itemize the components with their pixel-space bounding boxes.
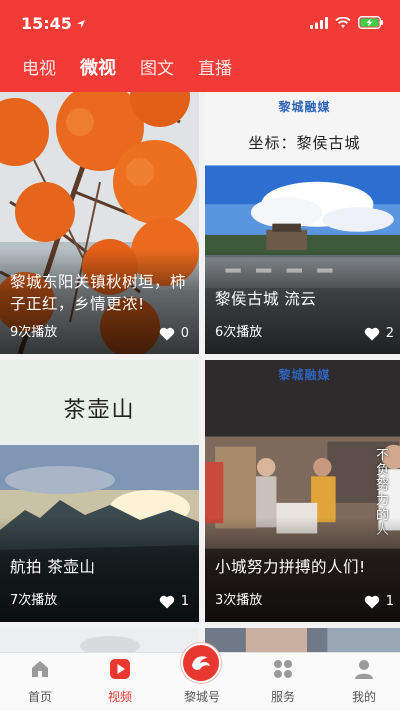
video-card[interactable] — [205, 628, 400, 652]
video-play-icon — [110, 659, 130, 679]
like-button[interactable]: 0 — [159, 326, 189, 341]
wifi-icon — [335, 16, 351, 28]
video-grid: 黎城东阳关镇秋树垣，柿子正红，乡情更浓! 9次播放 0 黎城融媒 坐标：黎侯古城… — [0, 92, 400, 652]
video-card[interactable] — [0, 628, 199, 652]
nav-item-services[interactable]: 服务 — [248, 653, 318, 711]
like-count: 1 — [385, 594, 394, 609]
location-arrow-icon — [76, 19, 85, 28]
video-card[interactable]: 黎城东阳关镇秋树垣，柿子正红，乡情更浓! 9次播放 0 — [0, 92, 199, 354]
video-title: 黎侯古城 流云 — [215, 290, 317, 308]
banner-text: 坐标：黎侯古城 — [248, 134, 361, 152]
like-count: 1 — [180, 594, 189, 609]
nav-label: 视频 — [107, 690, 132, 704]
status-bar: 15:45 — [0, 0, 400, 46]
tab-micro-video[interactable]: 微视 — [80, 58, 116, 80]
content-tabs: 电视 微视 图文 直播 — [22, 58, 232, 80]
heart-icon — [159, 327, 174, 340]
tab-live[interactable]: 直播 — [198, 58, 232, 80]
center-action-button[interactable] — [181, 643, 221, 683]
video-card[interactable]: 黎城融媒 不负努力的人 小城努力拼搏的人们! 3次播放 1 — [205, 360, 400, 622]
nav-label: 我的 — [351, 690, 376, 704]
status-time: 15:45 — [21, 14, 72, 33]
nav-label: 服务 — [270, 690, 295, 704]
video-card[interactable]: 茶壶山 航拍 茶壶山 7次播放 1 — [0, 360, 199, 622]
video-title: 黎城东阳关镇秋树垣，柿子正红，乡情更浓! — [10, 273, 187, 313]
heart-icon — [364, 595, 379, 608]
nav-item-licheng-hao[interactable]: 黎城号 — [167, 643, 237, 711]
video-title: 航拍 茶壶山 — [10, 558, 96, 576]
nav-label: 首页 — [27, 690, 52, 704]
video-card[interactable]: 黎城融媒 坐标：黎侯古城 黎侯古城 流云 6次播放 2 — [205, 92, 400, 354]
user-profile-icon — [355, 660, 373, 679]
video-thumbnail-partial — [205, 628, 400, 652]
like-button[interactable]: 2 — [364, 326, 394, 341]
nav-item-home[interactable]: 首页 — [5, 653, 75, 711]
banner-text: 茶壶山 — [63, 398, 136, 423]
play-count: 3次播放 — [215, 593, 263, 608]
play-count: 6次播放 — [215, 325, 263, 340]
battery-charging-icon — [358, 16, 383, 29]
play-count: 9次播放 — [10, 325, 58, 340]
tab-tv[interactable]: 电视 — [22, 58, 56, 80]
home-icon — [32, 661, 48, 677]
play-count: 7次播放 — [10, 593, 58, 608]
media-brand-logo: 黎城融媒 — [278, 100, 331, 114]
heart-icon — [159, 595, 174, 608]
cellular-signal-icon — [310, 16, 328, 29]
nav-item-video[interactable]: 视频 — [85, 653, 155, 711]
like-button[interactable]: 1 — [159, 594, 189, 609]
video-thumbnail-partial — [0, 628, 199, 652]
like-count: 2 — [385, 326, 394, 341]
media-brand-logo: 黎城融媒 — [278, 368, 331, 382]
app-header: 15:45 电视 微视 图文 直播 — [0, 0, 400, 92]
heart-icon — [364, 327, 379, 340]
tab-articles[interactable]: 图文 — [140, 58, 174, 80]
like-count: 0 — [180, 326, 189, 341]
bottom-nav: 首页 视频 黎城号 服务 我的 — [0, 643, 400, 711]
bird-logo-icon — [192, 656, 210, 670]
nav-item-profile[interactable]: 我的 — [329, 653, 399, 711]
like-button[interactable]: 1 — [364, 594, 394, 609]
nav-label: 黎城号 — [183, 690, 220, 704]
video-title: 小城努力拼搏的人们! — [215, 558, 366, 576]
services-grid-icon — [274, 660, 292, 678]
